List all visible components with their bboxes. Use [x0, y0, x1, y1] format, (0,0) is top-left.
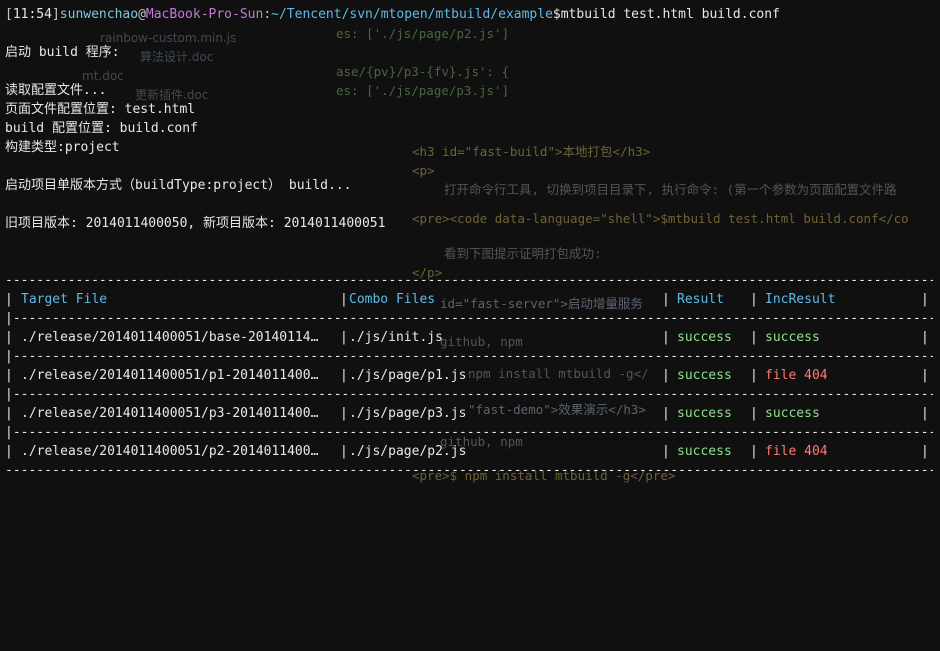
prompt-user: sunwenchao: [59, 7, 139, 22]
output-build-type: 构建类型:project: [5, 140, 120, 155]
table-row: | ./release/2014011400051/p2-2014011400……: [5, 444, 929, 459]
table-row: | ./release/2014011400051/p1-2014011400……: [5, 368, 929, 383]
header-combo-files: Combo Files: [349, 292, 436, 307]
table-border: ----------------------------------------…: [5, 463, 933, 478]
prompt-host: MacBook-Pro-Sun: [145, 7, 264, 22]
cell-incresult: success: [765, 406, 820, 421]
prompt-time: 11:54: [12, 7, 52, 22]
terminal-window[interactable]: [11:54]sunwenchao@MacBook-Pro-Sun:~/Tenc…: [0, 0, 940, 484]
cell-combo-files: ./js/page/p3.js: [349, 406, 467, 421]
cell-combo-files: ./js/page/p2.js: [349, 444, 467, 459]
cell-target-file: ./release/2014011400051/p1-2014011400…: [21, 368, 319, 383]
table-divider: |---------------------------------------…: [5, 349, 933, 364]
output-versions: 旧项目版本: 2014011400050, 新项目版本: 20140114000…: [5, 216, 386, 231]
output-reading: 读取配置文件...: [5, 83, 107, 98]
cell-target-file: ./release/2014011400051/p2-2014011400…: [21, 444, 319, 459]
prompt-path: ~/Tencent/svn/mtopen/mtbuild/example: [271, 7, 553, 22]
table-row: | ./release/2014011400051/p3-2014011400……: [5, 406, 929, 421]
cell-result: success: [677, 368, 732, 383]
cell-target-file: ./release/2014011400051/p3-2014011400…: [21, 406, 319, 421]
cell-incresult: file 404: [765, 444, 828, 459]
cell-result: success: [677, 330, 732, 345]
table-header-row: | Target File | Combo Files | Result | I…: [5, 292, 929, 307]
cell-result: success: [677, 444, 732, 459]
output-single-mode: 启动项目单版本方式（buildType:project） build...: [5, 178, 352, 193]
header-incresult: IncResult: [765, 292, 836, 307]
cell-incresult: success: [765, 330, 820, 345]
table-divider: |---------------------------------------…: [5, 311, 933, 326]
output-start: 启动 build 程序:: [5, 45, 120, 60]
cell-target-file: ./release/2014011400051/base-20140114…: [21, 330, 319, 345]
prompt-command: $mtbuild test.html build.conf: [552, 7, 780, 22]
output-build-conf: build 配置位置: build.conf: [5, 121, 198, 136]
cell-result: success: [677, 406, 732, 421]
table-row: | ./release/2014011400051/base-20140114……: [5, 330, 929, 345]
table-divider: |---------------------------------------…: [5, 425, 933, 440]
header-result: Result: [677, 292, 724, 307]
header-target-file: Target File: [21, 292, 108, 307]
output-page-conf: 页面文件配置位置: test.html: [5, 102, 196, 117]
shell-prompt: [11:54]sunwenchao@MacBook-Pro-Sun:~/Tenc…: [5, 7, 780, 22]
cell-incresult: file 404: [765, 368, 828, 383]
table-divider: |---------------------------------------…: [5, 387, 933, 402]
cell-combo-files: ./js/init.js: [349, 330, 443, 345]
cell-combo-files: ./js/page/p1.js: [349, 368, 467, 383]
table-border: ----------------------------------------…: [5, 273, 933, 288]
